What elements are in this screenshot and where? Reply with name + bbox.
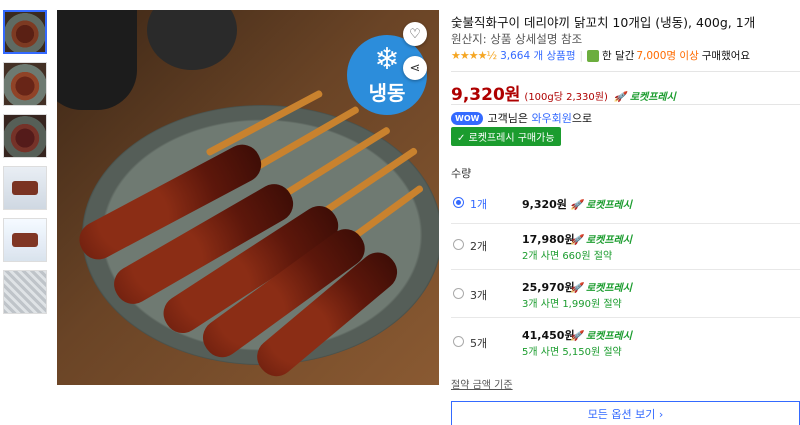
option-price: 9,320원	[522, 198, 567, 211]
option-quantity: 2개	[470, 240, 488, 253]
snowflake-icon: ❄	[374, 41, 400, 77]
shopping-bag-icon	[587, 49, 600, 62]
product-title: 숯불직화구이 데리야끼 닭꼬치 10개입 (냉동), 400g, 1개	[451, 15, 756, 30]
option-quantity: 1개	[470, 198, 488, 211]
option-quantity: 5개	[470, 337, 488, 350]
option-3[interactable]: 3개 25,970원 🚀 로켓프레시 3개 사면 1,990원 절약	[451, 276, 800, 324]
price-row: 9,320원 (100g당 2,330원) 🚀 로켓프레시	[451, 80, 676, 105]
thumbnail-5[interactable]	[3, 218, 47, 262]
view-all-options-button[interactable]: 모든 옵션 보기 ›	[451, 401, 800, 425]
option-divider	[451, 223, 800, 224]
purchase-count: 7,000명 이상	[636, 50, 699, 62]
review-count-link[interactable]: 3,664 개 상품평	[500, 48, 575, 63]
share-icon[interactable]: ⋖	[403, 56, 427, 80]
wow-member-link[interactable]: 와우회원	[531, 110, 571, 126]
star-rating: ★★★★½	[451, 49, 497, 62]
thumbnail-1[interactable]	[3, 10, 47, 54]
option-price: 17,980원	[522, 233, 575, 246]
sale-price: 9,320원	[451, 85, 521, 105]
wow-text-prefix: 고객님은	[487, 112, 528, 125]
option-radio[interactable]	[453, 197, 464, 208]
option-divider	[451, 269, 800, 270]
main-product-image: ❄ 냉동	[57, 10, 439, 385]
separator: |	[579, 49, 584, 62]
option-saving: 2개 사면 660원 절약	[522, 251, 613, 262]
product-origin: 원산지: 상품 상세설명 참조	[451, 32, 583, 46]
option-quantity: 3개	[470, 289, 488, 302]
thumbnail-3[interactable]	[3, 114, 47, 158]
rocket-fresh-available-badge: ✓ 로켓프레시 구매가능	[451, 127, 561, 146]
option-1[interactable]: 1개 9,320원 🚀 로켓프레시	[451, 188, 800, 228]
thumbnail-list	[3, 10, 47, 322]
wow-row: WOW 고객님은 와우회원 으로	[451, 110, 592, 126]
option-rocket-label: 로켓프레시	[585, 283, 632, 294]
option-rocket-badge: 🚀 로켓프레시	[570, 331, 632, 342]
option-radio[interactable]	[453, 239, 464, 250]
purchase-prefix: 한 달간	[602, 50, 635, 62]
frozen-badge-label: 냉동	[368, 80, 406, 105]
option-price: 41,450원	[522, 329, 575, 342]
option-radio[interactable]	[453, 336, 464, 347]
divider	[451, 104, 800, 105]
thumbnail-6[interactable]	[3, 270, 47, 314]
divider	[451, 71, 800, 72]
option-2[interactable]: 2개 17,980원 🚀 로켓프레시 2개 사면 660원 절약	[451, 228, 800, 276]
wow-badge: WOW	[451, 111, 484, 125]
option-radio[interactable]	[453, 288, 464, 299]
option-rocket-label: 로켓프레시	[585, 235, 632, 246]
option-rocket-label: 로켓프레시	[585, 200, 632, 211]
option-rocket-badge: 🚀 로켓프레시	[570, 235, 632, 246]
option-rocket-badge: 🚀 로켓프레시	[570, 283, 632, 294]
option-saving: 5개 사면 5,150원 절약	[522, 347, 622, 358]
thumbnail-2[interactable]	[3, 62, 47, 106]
rocket-fresh-label: 로켓프레시	[629, 92, 676, 103]
wow-text-suffix: 으로	[571, 112, 593, 125]
option-rocket-label: 로켓프레시	[585, 331, 632, 342]
option-price: 25,970원	[522, 281, 575, 294]
option-divider	[451, 317, 800, 318]
option-rocket-badge: 🚀 로켓프레시	[570, 200, 632, 211]
bowl-decor	[147, 10, 237, 70]
saving-basis-link[interactable]: 절약 금액 기준	[451, 376, 513, 391]
rating-row: ★★★★½ 3,664 개 상품평 | 한 달간 7,000명 이상 구매했어요	[451, 48, 750, 63]
quantity-label: 수량	[451, 167, 472, 180]
heart-icon[interactable]: ♡	[403, 22, 427, 46]
rocket-fresh-badge: 🚀 로켓프레시	[613, 92, 676, 103]
thumbnail-4[interactable]	[3, 166, 47, 210]
option-saving: 3개 사면 1,990원 절약	[522, 299, 622, 310]
purchase-suffix: 구매했어요	[701, 50, 751, 62]
unit-price: (100g당 2,330원)	[524, 92, 608, 103]
cup-decor	[57, 10, 137, 110]
option-4[interactable]: 5개 41,450원 🚀 로켓프레시 5개 사면 5,150원 절약	[451, 324, 800, 372]
